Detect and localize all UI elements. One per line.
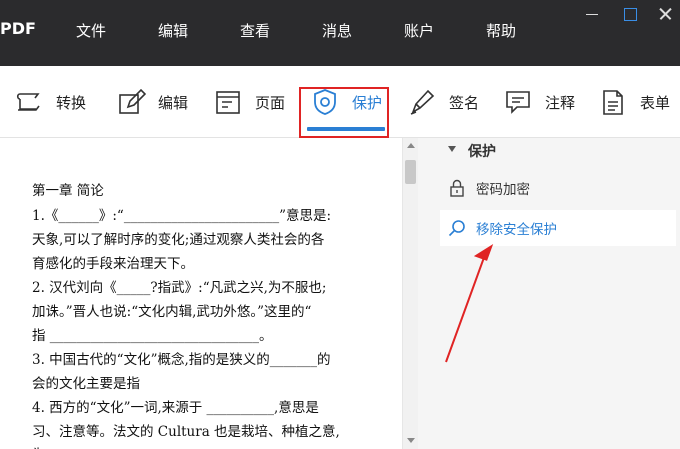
search-icon bbox=[448, 220, 465, 237]
annotation-arrow bbox=[445, 243, 494, 363]
panel-header[interactable]: 保护 bbox=[418, 138, 680, 164]
tool-convert[interactable]: 转换 bbox=[14, 66, 86, 138]
pen-icon bbox=[410, 89, 435, 115]
tool-form-label: 表单 bbox=[640, 93, 671, 112]
doc-line: 天象,可以了解时序的变化;通过观察人类社会的各 bbox=[32, 232, 325, 248]
doc-line: 指 _______________________________。 bbox=[32, 328, 273, 344]
tool-comment[interactable]: 注释 bbox=[503, 66, 575, 138]
doc-line: 会的文化主要是指 bbox=[32, 376, 140, 392]
tool-sign[interactable]: 签名 bbox=[407, 66, 479, 138]
scroll-up-icon[interactable] bbox=[407, 143, 415, 148]
convert-icon bbox=[16, 93, 40, 111]
menu-messages[interactable]: 消息 bbox=[322, 20, 352, 41]
app-name: PDF bbox=[0, 19, 36, 38]
scroll-down-icon[interactable] bbox=[407, 438, 415, 443]
page-icon bbox=[216, 91, 240, 114]
doc-line: 2. 汉代刘向《_____?指武》:“凡武之兴,为不服也; bbox=[32, 280, 327, 296]
menu-view[interactable]: 查看 bbox=[240, 20, 270, 41]
form-icon bbox=[603, 90, 623, 115]
caret-down-icon[interactable] bbox=[448, 146, 456, 152]
doc-line: 3. 中国古代的“文化”概念,指的是狭义的_______的 bbox=[32, 352, 331, 368]
tool-edit-label: 编辑 bbox=[158, 93, 189, 112]
lock-icon bbox=[450, 179, 464, 197]
tool-edit[interactable]: 编辑 bbox=[116, 66, 188, 138]
scrollbar-thumb[interactable] bbox=[405, 160, 416, 184]
tool-convert-label: 转换 bbox=[56, 93, 87, 112]
doc-line: 1.《______》:“_______________________”意思是: bbox=[32, 208, 332, 224]
menu-account[interactable]: 账户 bbox=[404, 20, 434, 41]
highlight-box bbox=[299, 87, 389, 138]
document-scrollbar[interactable] bbox=[402, 138, 418, 449]
document-view[interactable]: 第一章 简论 1.《______》:“_____________________… bbox=[0, 138, 402, 449]
password-encrypt-label: 密码加密 bbox=[476, 182, 530, 198]
password-encrypt-button[interactable]: 密码加密 bbox=[440, 170, 676, 206]
tool-page-label: 页面 bbox=[255, 93, 286, 112]
doc-line: 4. 西方的“文化”一词,来源于 __________,意思是 bbox=[32, 400, 319, 416]
close-icon[interactable] bbox=[656, 4, 676, 24]
menu-file[interactable]: 文件 bbox=[76, 20, 106, 41]
tool-page[interactable]: 页面 bbox=[213, 66, 285, 138]
tool-comment-label: 注释 bbox=[545, 93, 576, 112]
remove-security-label: 移除安全保护 bbox=[476, 222, 557, 238]
menu-edit[interactable]: 编辑 bbox=[158, 20, 188, 41]
maximize-icon[interactable] bbox=[620, 4, 640, 24]
tool-sign-label: 签名 bbox=[449, 93, 480, 112]
panel-title: 保护 bbox=[468, 144, 496, 160]
menu-help[interactable]: 帮助 bbox=[486, 20, 516, 41]
edit-icon bbox=[119, 88, 146, 114]
doc-line: 育感化的手段来治理天下。 bbox=[32, 256, 194, 272]
title-bar: PDF 文件 编辑 查看 消息 账户 帮助 bbox=[0, 0, 680, 66]
doc-line: 第一章 简论 bbox=[32, 183, 104, 199]
comment-icon bbox=[506, 91, 530, 114]
doc-line: 习、注意等。法文的 Cultura 也是栽培、种植之意, bbox=[32, 424, 340, 440]
minimize-icon[interactable] bbox=[583, 4, 603, 24]
doc-line: 加诛。”晋人也说:“文化内辑,武功外悠。”这里的“ bbox=[32, 304, 312, 320]
doc-line: 为 bbox=[32, 443, 46, 449]
tool-form[interactable]: 表单 bbox=[598, 66, 670, 138]
